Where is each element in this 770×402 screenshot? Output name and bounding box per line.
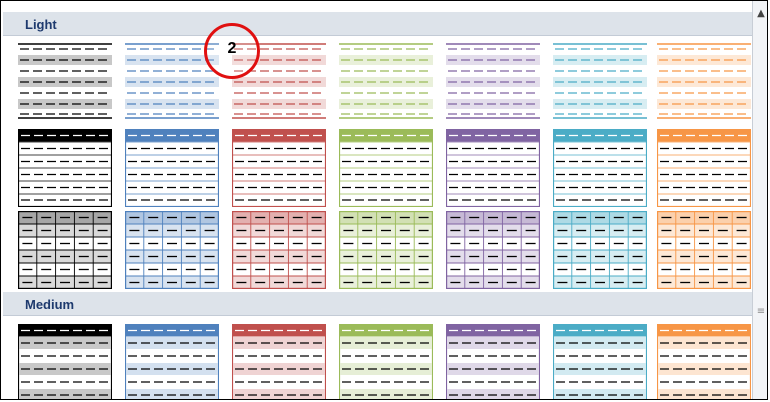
table-style-swatch-light-all-borders-purple[interactable] bbox=[446, 211, 540, 289]
swatch-graphic bbox=[553, 43, 647, 119]
table-style-swatch-medium-banded-black[interactable] bbox=[18, 324, 112, 399]
annotation-callout: 2 bbox=[204, 23, 260, 79]
swatch-graphic bbox=[657, 211, 751, 289]
swatch-graphic bbox=[18, 129, 112, 207]
table-style-swatch-light-all-borders-orange[interactable] bbox=[657, 211, 751, 289]
swatch-graphic bbox=[446, 129, 540, 207]
table-style-swatch-light-banded-green[interactable] bbox=[339, 41, 433, 119]
table-style-swatch-light-header-grid-red[interactable] bbox=[232, 129, 326, 207]
table-style-gallery: Light Medium ▲ ≡ 2 bbox=[0, 0, 768, 400]
swatch-graphic bbox=[446, 211, 540, 289]
section-header-medium: Medium bbox=[3, 292, 753, 316]
table-style-swatch-medium-banded-aqua[interactable] bbox=[553, 324, 647, 399]
callout-label: 2 bbox=[227, 40, 237, 57]
swatch-graphic bbox=[553, 324, 647, 399]
table-style-swatch-light-all-borders-blue[interactable] bbox=[125, 211, 219, 289]
swatch-graphic bbox=[657, 43, 751, 119]
swatch-graphic bbox=[125, 211, 219, 289]
swatch-graphic bbox=[125, 324, 219, 399]
table-style-swatch-light-all-borders-red[interactable] bbox=[232, 211, 326, 289]
table-style-swatch-light-all-borders-aqua[interactable] bbox=[553, 211, 647, 289]
section-label-light: Light bbox=[25, 17, 57, 32]
table-style-swatch-medium-banded-purple[interactable] bbox=[446, 324, 540, 399]
table-style-swatch-light-banded-purple[interactable] bbox=[446, 41, 540, 119]
table-style-swatch-medium-banded-green[interactable] bbox=[339, 324, 433, 399]
up-arrow-icon[interactable]: ▲ bbox=[753, 7, 767, 21]
swatch-graphic bbox=[553, 129, 647, 207]
swatch-graphic bbox=[125, 129, 219, 207]
swatch-graphic bbox=[553, 211, 647, 289]
swatch-graphic bbox=[657, 324, 751, 399]
table-style-swatch-light-header-grid-green[interactable] bbox=[339, 129, 433, 207]
section-header-light: Light bbox=[3, 12, 753, 36]
swatch-graphic bbox=[18, 43, 112, 119]
swatch-graphic bbox=[446, 43, 540, 119]
swatch-graphic bbox=[232, 324, 326, 399]
vertical-scrollbar[interactable]: ▲ ≡ bbox=[752, 1, 767, 399]
swatch-graphic bbox=[339, 43, 433, 119]
swatch-graphic bbox=[339, 211, 433, 289]
swatch-graphic bbox=[339, 129, 433, 207]
table-style-swatch-light-header-grid-aqua[interactable] bbox=[553, 129, 647, 207]
grip-icon[interactable]: ≡ bbox=[755, 301, 767, 323]
table-style-swatch-medium-banded-blue[interactable] bbox=[125, 324, 219, 399]
table-style-swatch-light-banded-aqua[interactable] bbox=[553, 41, 647, 119]
table-style-swatch-light-header-grid-black[interactable] bbox=[18, 129, 112, 207]
table-style-swatch-medium-banded-red[interactable] bbox=[232, 324, 326, 399]
table-style-swatch-light-header-grid-orange[interactable] bbox=[657, 129, 751, 207]
table-style-swatch-light-header-grid-purple[interactable] bbox=[446, 129, 540, 207]
swatch-graphic bbox=[18, 324, 112, 399]
table-style-swatch-light-all-borders-black[interactable] bbox=[18, 211, 112, 289]
swatch-graphic bbox=[657, 129, 751, 207]
table-style-swatch-light-header-grid-blue[interactable] bbox=[125, 129, 219, 207]
swatch-graphic bbox=[232, 211, 326, 289]
table-style-swatch-light-banded-orange[interactable] bbox=[657, 41, 751, 119]
swatch-graphic bbox=[232, 129, 326, 207]
swatch-graphic bbox=[446, 324, 540, 399]
table-style-swatch-light-all-borders-green[interactable] bbox=[339, 211, 433, 289]
swatch-graphic bbox=[18, 211, 112, 289]
swatch-graphic bbox=[339, 324, 433, 399]
table-style-swatch-medium-banded-orange[interactable] bbox=[657, 324, 751, 399]
section-label-medium: Medium bbox=[25, 297, 75, 312]
table-style-swatch-light-banded-black[interactable] bbox=[18, 41, 112, 119]
